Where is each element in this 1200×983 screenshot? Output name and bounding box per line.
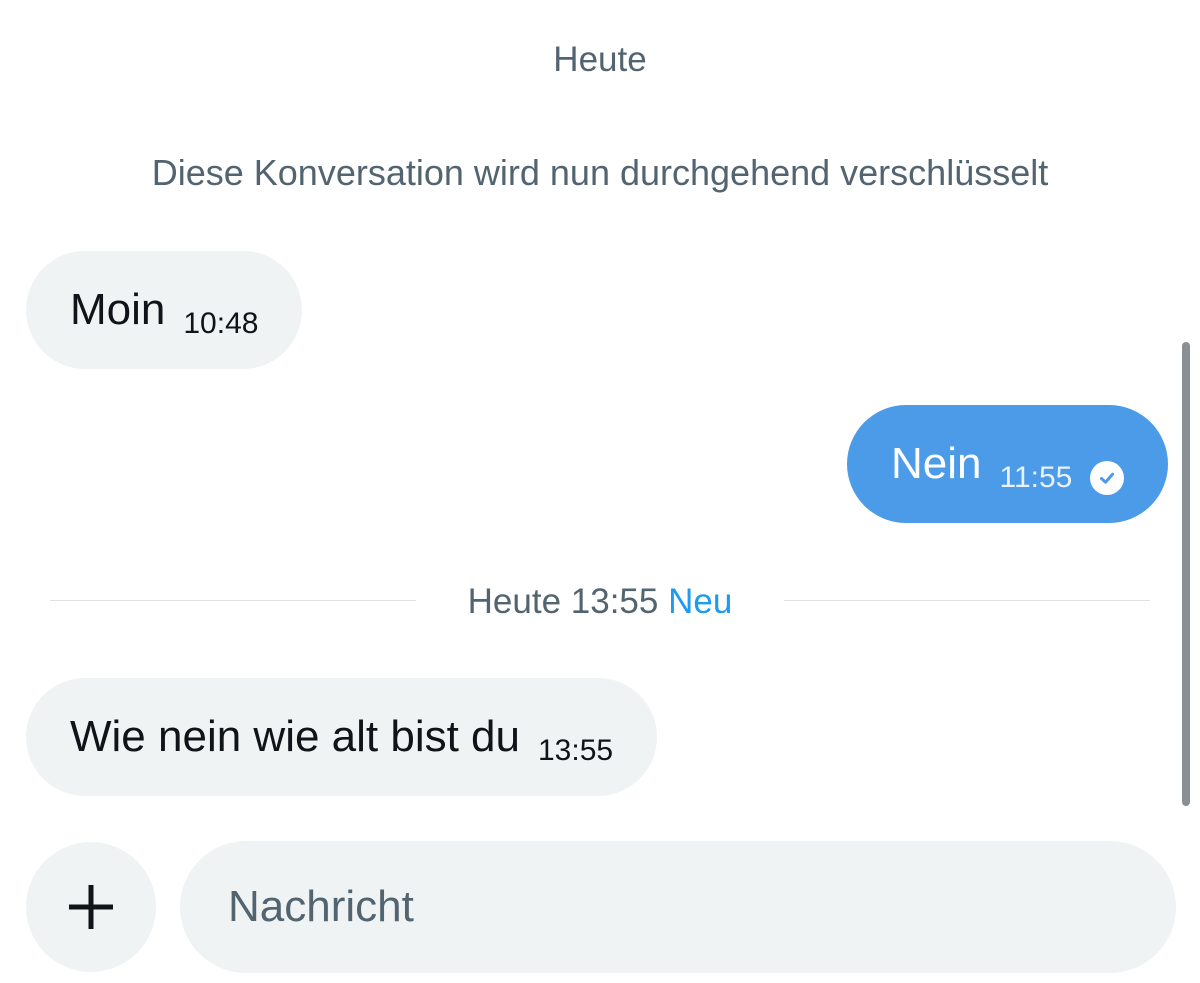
message-time: 11:55 (999, 461, 1073, 494)
scrollbar[interactable] (1182, 342, 1190, 806)
message-text: Wie nein wie alt bist du (70, 712, 520, 761)
message-bubble-outgoing[interactable]: Nein 11:55 (847, 405, 1169, 523)
add-attachment-button[interactable] (26, 842, 156, 972)
message-bubble-incoming[interactable]: Wie nein wie alt bist du 13:55 (26, 678, 658, 796)
new-badge: Neu (668, 582, 733, 621)
day-label: Heute (553, 40, 647, 79)
new-messages-divider-left (50, 600, 416, 601)
new-messages-divider-label: Heute 13:55 (467, 582, 659, 621)
plus-icon (69, 885, 113, 929)
message-text: Moin (70, 285, 166, 334)
message-input[interactable] (180, 841, 1176, 973)
message-time: 10:48 (183, 307, 259, 340)
message-time: 13:55 (538, 734, 614, 767)
new-messages-divider: Heute 13:55 Neu (416, 582, 784, 622)
encryption-notice: Diese Konversation wird nun durchgehend … (151, 152, 1049, 193)
new-messages-divider-right (784, 600, 1150, 601)
message-text: Nein (891, 439, 982, 488)
message-bubble-incoming[interactable]: Moin 10:48 (26, 251, 303, 369)
read-check-icon (1090, 461, 1125, 495)
